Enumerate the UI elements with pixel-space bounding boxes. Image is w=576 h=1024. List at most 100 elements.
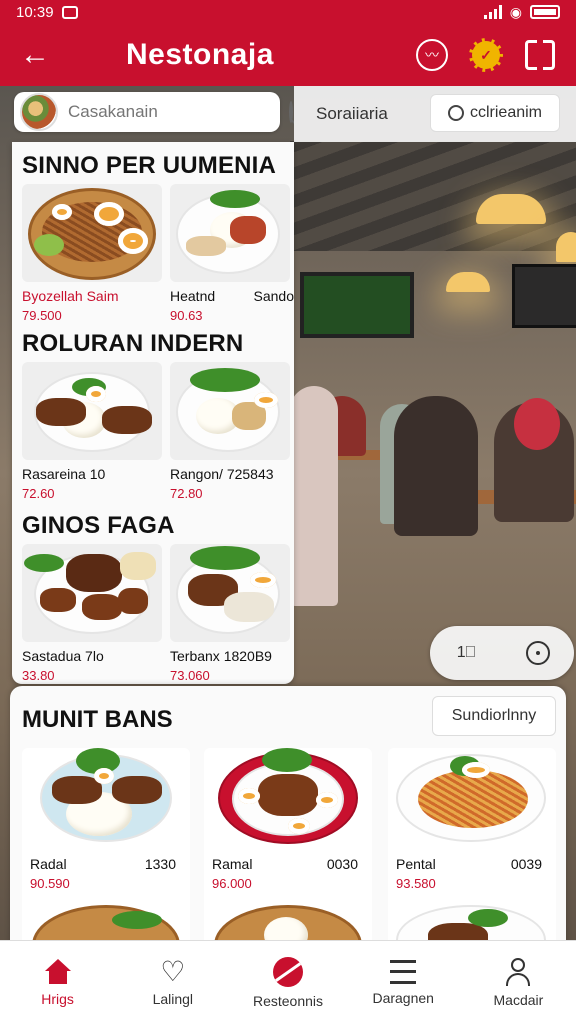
nav-label: Macdair [493, 991, 544, 1008]
featured-name: Ramal [212, 856, 253, 872]
category-button[interactable]: cclrieanim [430, 94, 560, 132]
search-bar[interactable] [14, 92, 293, 132]
dish-image [22, 362, 162, 460]
category-link[interactable]: Soraiiaria [316, 104, 388, 124]
settings-button[interactable]: ✓ [468, 37, 504, 73]
featured-image-2 [22, 897, 190, 946]
featured-price: 93.580 [396, 876, 436, 891]
clock-icon [447, 105, 464, 121]
bottom-nav: Hrigs ♡ Lalingl Resteonnis Daragnen Macd… [0, 940, 576, 1024]
dish-price: 72.60 [22, 486, 55, 501]
back-arrow-icon: ← [20, 38, 50, 71]
menu-panel: SINNO PER UUMENIA Byozellah Saim 79.500 … [12, 142, 294, 684]
featured-image [204, 748, 372, 848]
dish-name: Sastadua 7lo [22, 648, 104, 664]
featured-name: Pental [396, 856, 436, 872]
section-title: ROLURAN INDERN [22, 330, 244, 357]
nav-label: Daragnen [372, 989, 434, 1006]
featured-title: MUNIT BANS [22, 706, 173, 733]
dish-card[interactable]: Terbanx 1820B9 73.060 [170, 544, 290, 683]
nav-item-favorites[interactable]: ♡ Lalingl [115, 941, 230, 1024]
dish-card[interactable]: Rangon/ 725843 72.80 [170, 362, 290, 501]
home-icon [44, 958, 71, 985]
lamp-decor [556, 232, 576, 262]
featured-code: 0030 [326, 856, 358, 872]
mask-button[interactable]: 〰 [414, 37, 450, 73]
scan-button[interactable] [522, 37, 558, 73]
nav-item-restaurants[interactable]: Resteonnis [230, 941, 345, 1024]
status-bar: 10:39 ◉ [0, 0, 576, 24]
dish-name: Heatnd [170, 288, 216, 304]
dish-card[interactable]: Sastadua 7lo 33.80 [22, 544, 162, 683]
dish-image [22, 544, 162, 642]
dish-price: 72.80 [170, 486, 203, 501]
app-bar: ← Nestonaja 〰 ✓ [0, 24, 576, 86]
layout-toggle-button[interactable]: 1⎕ [451, 638, 481, 668]
featured-code: 0039 [510, 856, 542, 872]
dish-card[interactable]: Rasareina 10 72.60 [22, 362, 162, 501]
search-icon[interactable] [289, 101, 293, 123]
nav-label: Hrigs [41, 990, 74, 1007]
featured-image [388, 748, 556, 848]
tv-screen [300, 272, 414, 338]
battery-icon [530, 5, 560, 19]
dish-image [170, 184, 290, 282]
signal-icon [483, 5, 502, 19]
restaurant-icon [273, 956, 303, 987]
wifi-icon: ◉ [509, 3, 522, 20]
menu-screen [512, 264, 576, 328]
featured-card[interactable]: Ramal 0030 96.000 [204, 748, 372, 946]
featured-price: 96.000 [212, 876, 252, 891]
status-time: 10:39 [16, 3, 54, 21]
list-icon [390, 959, 417, 984]
dish-price: 79.500 [22, 308, 62, 323]
search-input[interactable] [68, 102, 289, 122]
dish-card[interactable]: Heatnd Sando 90.63 [170, 184, 294, 323]
user-icon [505, 957, 531, 986]
scan-icon [525, 40, 555, 70]
section-title: SINNO PER UUMENIA [22, 152, 277, 179]
featured-code: 1330 [144, 856, 176, 872]
nav-item-home[interactable]: Hrigs [0, 941, 115, 1024]
nav-item-orders[interactable]: Daragnen [346, 941, 461, 1024]
dish-name: Byozellah Saim [22, 288, 119, 304]
app-title: Nestonaja [126, 38, 274, 71]
dish-price: 33.80 [22, 668, 55, 683]
dish-name: Rasareina 10 [22, 466, 106, 482]
dish-image [170, 362, 290, 460]
dish-price: 73.060 [170, 668, 210, 683]
featured-filter-button[interactable]: Sundiorlnny [432, 696, 556, 736]
gear-icon: ✓ [469, 38, 503, 72]
back-button[interactable]: ← [0, 24, 70, 86]
camera-icon [61, 5, 78, 19]
nav-label: Lalingl [152, 990, 194, 1007]
featured-name: Radal [30, 856, 67, 872]
person-decor [514, 398, 560, 450]
featured-panel: MUNIT BANS Sundiorlnny Radal 1330 90.590 [10, 686, 566, 946]
featured-image [22, 748, 190, 848]
heart-icon: ♡ [160, 955, 186, 987]
target-icon [526, 641, 550, 665]
locate-button[interactable] [523, 638, 553, 668]
featured-price: 90.590 [30, 876, 70, 891]
nav-label: Resteonnis [252, 992, 324, 1009]
category-button-label: cclrieanim [469, 104, 542, 121]
search-thumbnail [20, 93, 58, 131]
dish-price: 90.63 [170, 308, 203, 323]
featured-image-2 [204, 897, 372, 946]
nav-item-profile[interactable]: Macdair [461, 941, 576, 1024]
map-controls: 1⎕ [430, 626, 574, 680]
featured-card[interactable]: Radal 1330 90.590 [22, 748, 190, 946]
layout-icon: 1⎕ [456, 644, 476, 661]
dish-name: Rangon/ 725843 [170, 466, 274, 482]
featured-image-2 [388, 897, 556, 946]
dish-name-secondary: Sando [253, 288, 294, 304]
person-decor [290, 386, 338, 606]
dish-image [170, 544, 290, 642]
person-decor [394, 396, 478, 536]
dish-card[interactable]: Byozellah Saim 79.500 [22, 184, 162, 323]
section-title: GINOS FAGA [22, 512, 175, 539]
featured-card[interactable]: Pental 0039 93.580 [388, 748, 556, 946]
mask-icon: 〰 [416, 39, 448, 71]
dish-image [22, 184, 162, 282]
